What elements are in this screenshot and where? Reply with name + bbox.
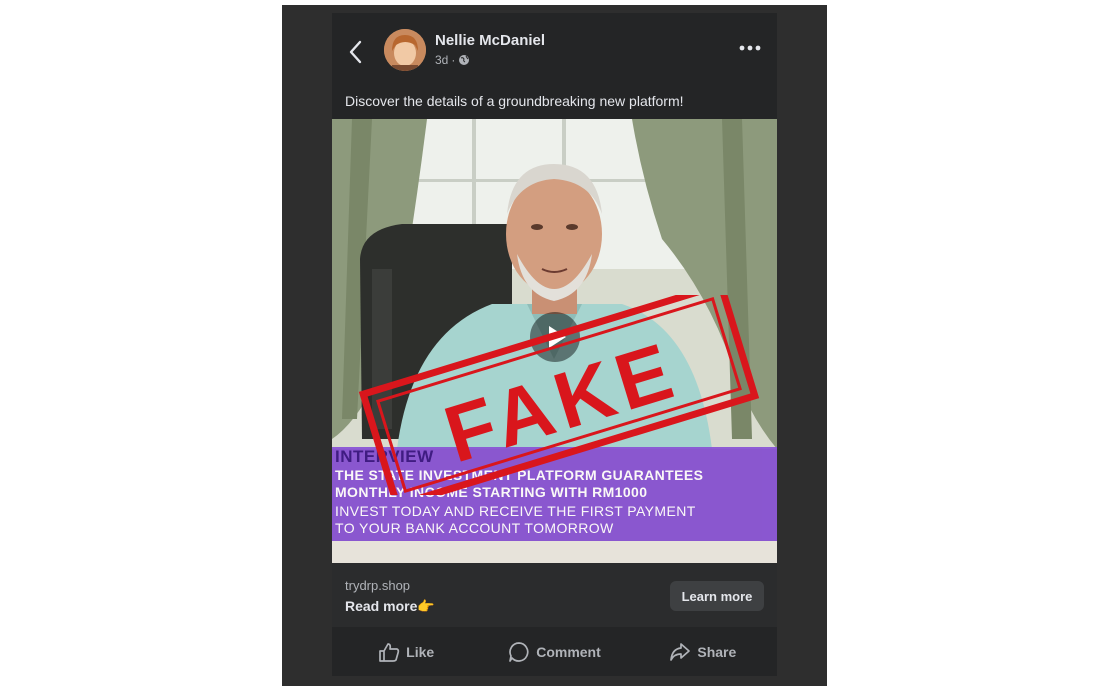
post-meta: 3d · (435, 53, 470, 67)
share-label: Share (697, 643, 737, 660)
more-options-icon[interactable] (739, 43, 761, 53)
like-icon (379, 642, 400, 662)
post-time: 3d (435, 53, 449, 67)
link-preview[interactable]: trydrp.shop Read more👉 Learn more (332, 563, 777, 627)
video-text-banner: INTERVIEW THE STATE INVESTMENT PLATFORM … (332, 447, 777, 541)
comment-label: Comment (536, 643, 601, 660)
share-icon (670, 642, 691, 661)
like-label: Like (406, 643, 435, 660)
video-player[interactable]: INTERVIEW THE STATE INVESTMENT PLATFORM … (332, 119, 777, 563)
banner-line-4: INVEST TODAY AND RECEIVE THE FIRST PAYME… (335, 503, 696, 519)
back-arrow-icon[interactable] (346, 39, 366, 65)
comment-button[interactable]: Comment (480, 627, 628, 676)
learn-more-button[interactable]: Learn more (670, 581, 764, 611)
share-button[interactable]: Share (629, 627, 777, 676)
meta-separator: · (451, 53, 456, 67)
video-bottom-strip (332, 541, 777, 563)
screenshot-frame: Nellie McDaniel 3d · Discover the detail… (282, 5, 827, 686)
link-domain: trydrp.shop (345, 578, 411, 593)
read-more-link[interactable]: Read more👉 (345, 598, 435, 615)
globe-icon (459, 55, 470, 65)
play-icon[interactable] (529, 311, 581, 363)
banner-line-2: THE STATE INVESTMENT PLATFORM GUARANTEES (335, 467, 704, 483)
post-actions: Like Comment Share (332, 627, 777, 676)
post-caption: Discover the details of a groundbreaking… (345, 93, 684, 109)
like-button[interactable]: Like (332, 627, 480, 676)
post-card: Nellie McDaniel 3d · Discover the detail… (332, 13, 777, 676)
author-name[interactable]: Nellie McDaniel (435, 32, 545, 49)
banner-line-3: MONTHLY INCOME STARTING WITH RM1000 (335, 484, 648, 500)
banner-title: INTERVIEW (335, 447, 434, 466)
banner-line-5: TO YOUR BANK ACCOUNT TOMORROW (335, 520, 614, 536)
avatar[interactable] (384, 29, 426, 71)
comment-icon (509, 641, 529, 662)
